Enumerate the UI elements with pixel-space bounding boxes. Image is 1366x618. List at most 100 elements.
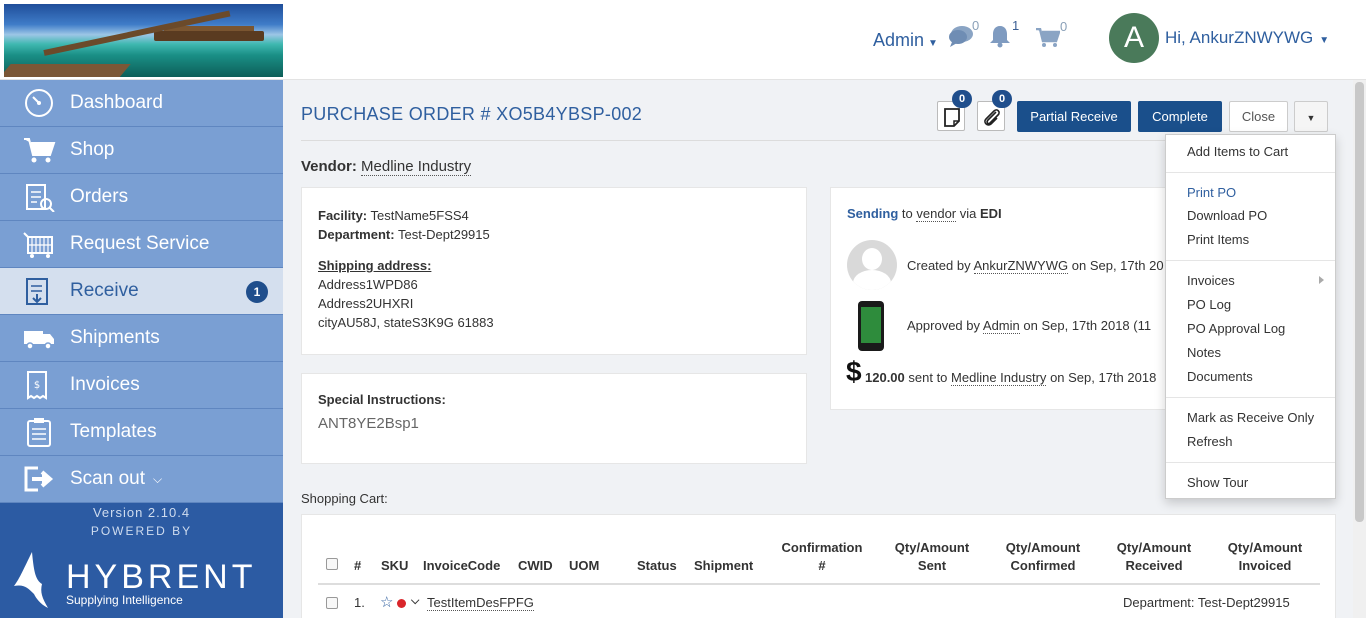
sending-vendor-link[interactable]: vendor [916, 206, 957, 222]
partial-receive-button[interactable]: Partial Receive [1017, 101, 1131, 132]
page-scrollbar[interactable] [1353, 80, 1366, 618]
complete-button[interactable]: Complete [1138, 101, 1222, 132]
menu-item-print-items[interactable]: Print Items [1187, 232, 1249, 247]
vendor-label: Vendor: [301, 158, 357, 175]
sent-suffix: on Sep, 17th 2018 [1050, 370, 1157, 385]
row-checkbox[interactable] [326, 597, 338, 609]
notes-count-badge: 0 [952, 90, 972, 108]
sidebar-item-request-service[interactable]: Request Service [0, 221, 283, 268]
menu-item-download-po[interactable]: Download PO [1187, 208, 1267, 223]
svg-text:$: $ [34, 380, 40, 391]
close-button[interactable]: Close [1229, 101, 1288, 132]
chevron-down-icon[interactable]: ⌵ [411, 595, 419, 608]
created-user-link[interactable]: AnkurZNWYWG [973, 258, 1069, 274]
hybrent-logo-icon [14, 552, 48, 608]
cart-count: 0 [1060, 19, 1068, 34]
status-dot-icon [397, 599, 406, 608]
item-link[interactable]: TestItemDesFPFG [427, 595, 534, 611]
column-number: # [354, 558, 362, 573]
header-banner-image[interactable] [4, 4, 283, 77]
shopping-cart-label: Shopping Cart: [301, 491, 388, 506]
sending-method: EDI [980, 206, 1002, 221]
menu-item-po-log[interactable]: PO Log [1187, 297, 1231, 312]
sidebar-item-dashboard[interactable]: Dashboard [0, 80, 283, 127]
column-confirmation-line2: # [818, 558, 826, 573]
sidebar-item-label: Dashboard [70, 92, 163, 113]
sidebar-item-receive[interactable]: Receive 1 [0, 268, 283, 315]
top-bar: Admin ▼ 0 1 0 A Hi, AnkurZNWYWG ▼ [0, 0, 1366, 80]
menu-item-print-po[interactable]: Print PO [1187, 185, 1236, 200]
orders-icon [26, 184, 55, 212]
column-cwid[interactable]: CWID [518, 557, 553, 575]
submenu-arrow-icon [1319, 276, 1324, 284]
menu-item-notes[interactable]: Notes [1187, 345, 1221, 360]
approved-user-link[interactable]: Admin [982, 318, 1020, 334]
sidebar-item-label: Request Service [70, 233, 210, 254]
request-service-icon [23, 232, 53, 258]
menu-item-add-to-cart[interactable]: Add Items to Cart [1187, 144, 1288, 159]
menu-item-refresh[interactable]: Refresh [1187, 434, 1233, 449]
menu-divider [1166, 397, 1335, 398]
column-qty-invoiced[interactable]: Qty/Amount Invoiced [1217, 539, 1313, 575]
sidebar-menu: Dashboard Shop Orders Request Service Re… [0, 80, 283, 503]
vendor-link[interactable]: Medline Industry [361, 158, 472, 176]
notifications-button[interactable]: 1 [988, 18, 1019, 51]
more-actions-button[interactable]: ▼ [1294, 101, 1328, 132]
column-status[interactable]: Status [637, 557, 677, 575]
scrollbar-thumb[interactable] [1355, 82, 1364, 522]
chat-icon [949, 26, 973, 47]
created-activity: Created by AnkurZNWYWG on Sep, 17th 20 [907, 258, 1164, 274]
notes-button[interactable]: 0 [937, 90, 972, 131]
facility-value: TestName5FSS4 [370, 208, 469, 223]
sent-activity: 120.00 sent to Medline Industry on Sep, … [865, 370, 1157, 386]
column-invoice-code[interactable]: InvoiceCode [423, 557, 500, 575]
sidebar-item-label: Shipments [70, 327, 160, 348]
powered-by-text: POWERED BY [90, 524, 193, 538]
invoice-icon: $ [27, 371, 47, 400]
select-all-checkbox[interactable] [326, 558, 338, 570]
admin-menu[interactable]: Admin ▼ [873, 30, 938, 51]
sidebar-item-templates[interactable]: Templates [0, 409, 283, 456]
menu-item-documents[interactable]: Documents [1187, 369, 1253, 384]
sidebar-item-scan-out[interactable]: Scan out ⌵ [0, 456, 283, 503]
user-greeting: Hi, AnkurZNWYWG [1165, 28, 1314, 47]
attachments-count-badge: 0 [992, 90, 1012, 108]
menu-item-mark-receive-only[interactable]: Mark as Receive Only [1187, 410, 1314, 425]
menu-divider [1166, 172, 1335, 173]
cart-icon [1036, 27, 1061, 47]
messages-button[interactable]: 0 [948, 18, 979, 51]
column-confirmation-line1: Confirmation [781, 540, 863, 555]
address-line-2: Address2UHXRI [318, 296, 414, 311]
column-qty-received[interactable]: Qty/Amount Received [1106, 539, 1202, 575]
sidebar-item-invoices[interactable]: $ Invoices [0, 362, 283, 409]
cart-button[interactable]: 0 [1036, 19, 1067, 51]
column-qty-invoiced-line1: Qty/Amount [1227, 540, 1303, 555]
special-instructions-label: Special Instructions: [318, 392, 446, 407]
column-sku[interactable]: SKU [381, 557, 408, 575]
sent-amount: 120.00 [865, 370, 905, 385]
column-shipment[interactable]: Shipment [694, 557, 753, 575]
column-qty-confirmed[interactable]: Qty/Amount Confirmed [995, 539, 1091, 575]
menu-item-po-approval-log[interactable]: PO Approval Log [1187, 321, 1285, 336]
menu-item-invoices[interactable]: Invoices [1187, 273, 1235, 288]
templates-icon [27, 418, 51, 447]
sidebar-item-shipments[interactable]: Shipments [0, 315, 283, 362]
column-qty-sent-line1: Qty/Amount [894, 540, 970, 555]
sidebar-item-label: Templates [70, 421, 157, 442]
sent-vendor-link[interactable]: Medline Industry [951, 370, 1047, 386]
avatar[interactable]: A [1109, 13, 1159, 63]
column-confirmation[interactable]: Confirmation # [772, 539, 872, 575]
column-uom[interactable]: UOM [569, 557, 599, 575]
column-qty-sent[interactable]: Qty/Amount Sent [884, 539, 980, 575]
department-value: Test-Dept29915 [397, 227, 490, 242]
sidebar-item-orders[interactable]: Orders [0, 174, 283, 221]
user-menu[interactable]: Hi, AnkurZNWYWG ▼ [1165, 28, 1329, 48]
menu-item-show-tour[interactable]: Show Tour [1187, 475, 1248, 490]
star-icon[interactable]: ☆ [380, 593, 393, 611]
version-text: Version 2.10.4 [92, 505, 191, 520]
sidebar-item-label: Scan out [70, 468, 145, 489]
actions-dropdown-menu: Add Items to Cart Print PO Download PO P… [1165, 134, 1336, 499]
attachments-button[interactable]: 0 [977, 90, 1012, 131]
sidebar-item-shop[interactable]: Shop [0, 127, 283, 174]
facility-label: Facility: [318, 208, 368, 223]
